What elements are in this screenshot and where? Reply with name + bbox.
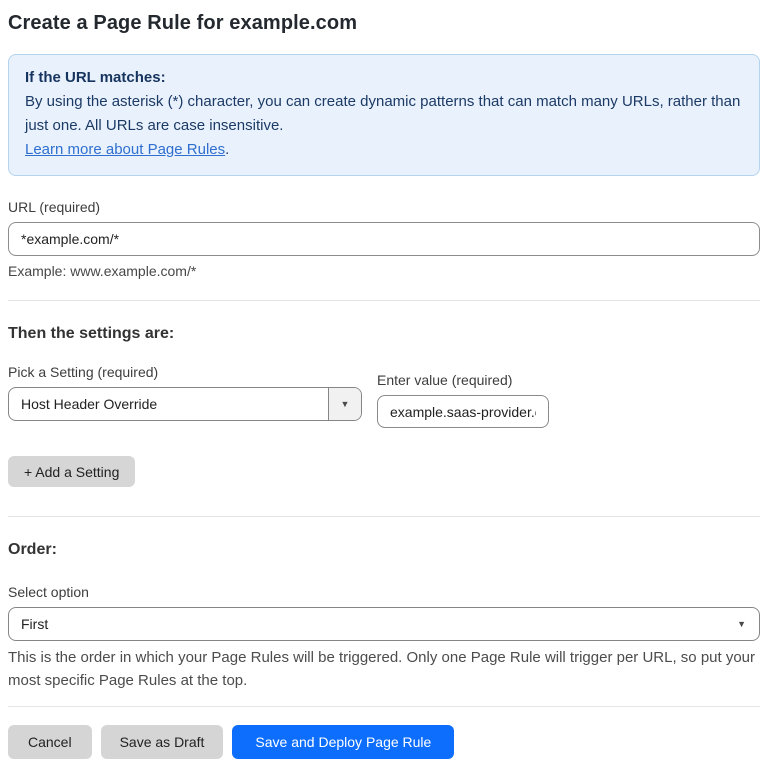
divider [8,516,760,517]
setting-select-value: Host Header Override [21,396,158,412]
setting-select-dropdown-button[interactable]: ▼ [328,388,361,420]
chevron-down-icon: ▼ [737,618,746,629]
url-input[interactable] [8,222,760,256]
info-box-body: By using the asterisk (*) character, you… [25,93,741,134]
chevron-down-icon: ▼ [340,398,350,409]
order-select-dropdown-area: ▼ [737,608,759,640]
url-matches-info-box: If the URL matches: By using the asteris… [8,54,760,176]
save-and-deploy-button[interactable]: Save and Deploy Page Rule [232,725,455,759]
settings-section-heading: Then the settings are: [8,325,175,342]
order-select-value: First [21,616,49,632]
setting-value-label: Enter value (required) [377,372,513,388]
page-title: Create a Page Rule for example.com [8,12,358,34]
setting-value-input[interactable] [377,395,549,428]
url-field-hint: Example: www.example.com/* [8,263,197,279]
add-setting-button[interactable]: + Add a Setting [8,456,136,487]
order-section-heading: Order: [8,541,57,558]
divider [8,300,760,301]
setting-row: Pick a Setting (required) Host Header Ov… [8,364,760,428]
cancel-button[interactable]: Cancel [8,725,92,759]
order-select-label: Select option [8,584,89,600]
setting-select-label: Pick a Setting (required) [8,364,159,380]
divider [8,706,760,707]
order-hint: This is the order in which your Page Rul… [8,649,756,689]
info-box-heading: If the URL matches: [25,69,166,86]
save-as-draft-button[interactable]: Save as Draft [100,725,224,759]
footer-actions: Cancel Save as Draft Save and Deploy Pag… [8,725,760,759]
info-box-link-line: Learn more about Page Rules. [25,138,743,162]
learn-more-link[interactable]: Learn more about Page Rules [25,141,225,158]
url-field-label: URL (required) [8,199,101,215]
link-suffix: . [225,141,230,158]
setting-select[interactable]: Host Header Override ▼ [8,387,362,421]
order-select[interactable]: First ▼ [8,607,760,641]
setting-select-column: Pick a Setting (required) Host Header Ov… [8,364,362,421]
page-rule-form: Create a Page Rule for example.com If th… [0,0,772,759]
setting-value-column: Enter value (required) [377,372,549,428]
